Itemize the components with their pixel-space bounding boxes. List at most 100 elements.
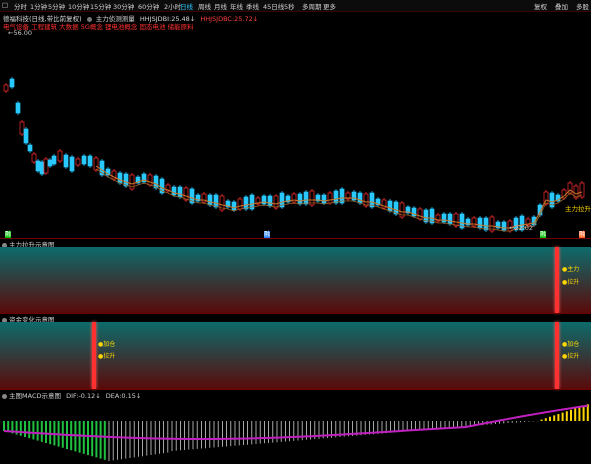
candle: [579, 182, 585, 198]
candle: [333, 190, 339, 204]
panel3-legend-left-1: 拉升: [103, 353, 116, 360]
candle: [57, 150, 63, 162]
candle: [75, 158, 81, 166]
panel3-area[interactable]: [0, 322, 591, 389]
candle: [483, 217, 489, 231]
candle: [291, 193, 297, 203]
main-annotation: 主力拉升: [565, 205, 591, 213]
candle: [51, 155, 57, 165]
candle: [81, 155, 87, 165]
candle: [243, 196, 249, 210]
marker-3: 融: [579, 231, 586, 238]
price-high-label: ←56.00: [8, 29, 32, 37]
panel3-legend-right-0: 加仓: [567, 341, 580, 348]
price-high-value: 56.00: [13, 29, 33, 37]
candle: [267, 195, 273, 207]
toolbar-right-button[interactable]: 复权: [534, 1, 547, 11]
macd-chart[interactable]: [0, 397, 591, 464]
candle: [501, 221, 507, 231]
period-tab[interactable]: 月线: [214, 1, 227, 11]
period-tab[interactable]: 分时: [14, 1, 27, 11]
marker-badge: 融: [4, 231, 12, 238]
marker-0: 融: [5, 231, 12, 238]
panel2-legend-item: ●主力: [562, 264, 579, 273]
period-tab[interactable]: 45日线: [263, 1, 284, 11]
candle: [177, 186, 183, 198]
candle: [441, 213, 447, 223]
panel2-signal-bar: [555, 247, 559, 313]
candle: [417, 208, 423, 220]
panel-divider: [0, 313, 591, 314]
period-tab[interactable]: 1分钟: [30, 1, 47, 11]
candle: [447, 213, 453, 225]
period-tab[interactable]: 年线: [230, 1, 243, 11]
candle: [35, 160, 41, 172]
candle: [39, 161, 45, 175]
period-tab[interactable]: 2小时: [164, 1, 181, 11]
toolbar-right-button[interactable]: 多股: [576, 1, 589, 11]
candle: [207, 194, 213, 206]
panel3-signal-bar-right: [555, 322, 559, 389]
candle: [303, 191, 309, 205]
candle: [23, 128, 29, 144]
candle: [117, 172, 123, 184]
toolbar-right-button[interactable]: 叠加: [555, 1, 568, 11]
candle: [453, 213, 459, 227]
period-tab[interactable]: 5分钟: [48, 1, 65, 11]
arrow-down-icon: ↓: [252, 15, 259, 23]
period-tab[interactable]: 30分钟: [113, 1, 134, 11]
candle: [93, 157, 99, 171]
candle: [27, 144, 33, 152]
panel2-legend-1: 拉升: [567, 279, 580, 286]
period-toolbar: □ 分时 1分钟 5分钟 10分钟 15分钟 30分钟 60分钟 2小时 日线 周线 月线 年线 季线 45…: [0, 0, 591, 12]
candle: [261, 195, 267, 205]
candle: [237, 198, 243, 210]
candle: [297, 193, 303, 205]
price-low-label: ←22.02: [509, 224, 533, 232]
period-tab[interactable]: 5秒: [284, 1, 295, 11]
candle: [69, 156, 75, 172]
candle: [87, 155, 93, 167]
candle: [171, 186, 177, 196]
panel3-legend-item: ●拉升: [98, 351, 115, 360]
candle: [471, 217, 477, 227]
candle: [19, 121, 25, 135]
panel3-legend-item: ●拉升: [562, 351, 579, 360]
period-tab[interactable]: □: [2, 1, 8, 9]
candle: [213, 194, 219, 208]
marker-1: 融: [264, 231, 271, 238]
panel3-legend-item: ●加仓: [98, 339, 115, 348]
candle: [31, 153, 37, 163]
candlestick-chart[interactable]: [0, 28, 591, 238]
period-tab[interactable]: 周线: [198, 1, 211, 11]
period-tab[interactable]: 10分钟: [68, 1, 89, 11]
candle: [63, 154, 69, 168]
moving-average-line: [95, 165, 583, 229]
period-tab[interactable]: 15分钟: [90, 1, 111, 11]
candle: [387, 200, 393, 212]
candle: [47, 159, 53, 167]
marker-badge: 融: [539, 231, 547, 238]
panel3-legend-item: ●加仓: [562, 339, 579, 348]
panel3-signal-bar-left: [92, 322, 96, 389]
period-tab[interactable]: 更多: [323, 1, 336, 11]
candle: [477, 217, 483, 229]
period-tab[interactable]: 日线: [180, 1, 193, 11]
candle: [231, 201, 237, 211]
panel2-area[interactable]: [0, 247, 591, 313]
candle: [3, 84, 9, 92]
period-tab[interactable]: 60分钟: [138, 1, 159, 11]
candle: [321, 194, 327, 204]
panel3-legend-right-1: 拉升: [567, 353, 580, 360]
panel2-legend-0: 主力: [567, 266, 580, 273]
panel3-legend-left-0: 加仓: [103, 341, 116, 348]
period-tab[interactable]: 多周期: [302, 1, 322, 11]
candle: [147, 174, 153, 186]
marker-badge: 融: [263, 231, 271, 238]
candle: [357, 192, 363, 204]
candle: [43, 158, 49, 174]
hhjsjdbc-label: HHJSJDBC:: [200, 15, 235, 23]
panel2-legend-item: ●拉升: [562, 277, 579, 286]
period-tab[interactable]: 季线: [246, 1, 259, 11]
marker-2: 融: [540, 231, 547, 238]
